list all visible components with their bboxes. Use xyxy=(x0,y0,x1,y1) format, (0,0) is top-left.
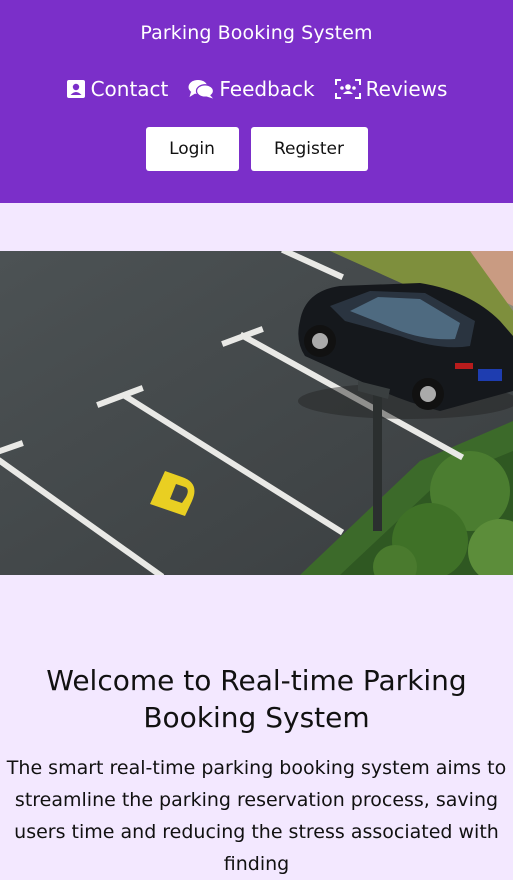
header-bar: Parking Booking System Contact Feedback … xyxy=(0,0,513,203)
chat-bubbles-icon xyxy=(188,79,215,99)
contact-card-icon xyxy=(66,79,86,99)
welcome-heading: Welcome to Real-time Parking Booking Sys… xyxy=(46,664,467,734)
auth-buttons: Login Register xyxy=(0,127,513,171)
register-button[interactable]: Register xyxy=(250,127,368,171)
users-reviews-icon xyxy=(334,79,361,99)
intro-description: The smart real-time parking booking syst… xyxy=(6,757,507,875)
nav-contact[interactable]: Contact xyxy=(66,77,169,101)
top-nav: Contact Feedback Reviews xyxy=(0,77,513,101)
login-button[interactable]: Login xyxy=(145,127,239,171)
nav-feedback[interactable]: Feedback xyxy=(188,77,315,101)
nav-contact-label: Contact xyxy=(90,77,169,101)
app-title: Parking Booking System xyxy=(140,22,373,44)
hero-image xyxy=(0,251,513,575)
nav-reviews-label: Reviews xyxy=(365,77,448,101)
nav-reviews[interactable]: Reviews xyxy=(334,77,448,101)
nav-feedback-label: Feedback xyxy=(219,77,315,101)
